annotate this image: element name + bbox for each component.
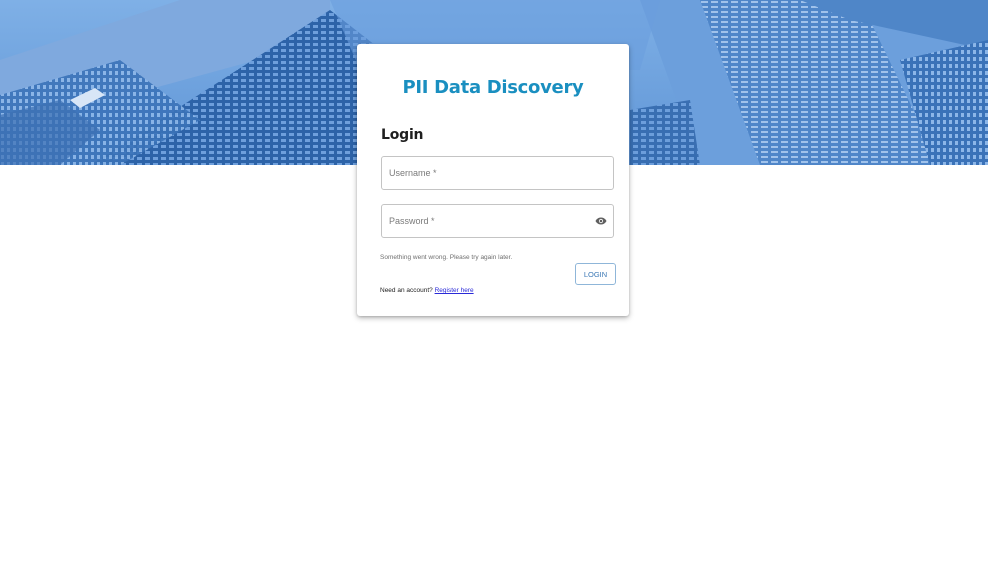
login-button[interactable]: LOGIN (575, 263, 616, 285)
error-message: Something went wrong. Please try again l… (380, 254, 513, 261)
register-link[interactable]: Register here (435, 287, 474, 294)
login-page: PII Data Discovery Login Something went … (0, 0, 988, 572)
username-field[interactable] (381, 156, 614, 190)
eye-icon[interactable] (595, 215, 607, 227)
password-input[interactable] (382, 205, 613, 237)
login-card: PII Data Discovery Login Something went … (357, 44, 629, 316)
password-field[interactable] (381, 204, 614, 238)
register-prompt-text: Need an account? (380, 287, 433, 294)
username-input[interactable] (382, 157, 613, 189)
login-heading: Login (381, 127, 424, 143)
app-title: PII Data Discovery (402, 77, 584, 98)
register-prompt-row: Need an account? Register here (380, 287, 474, 294)
